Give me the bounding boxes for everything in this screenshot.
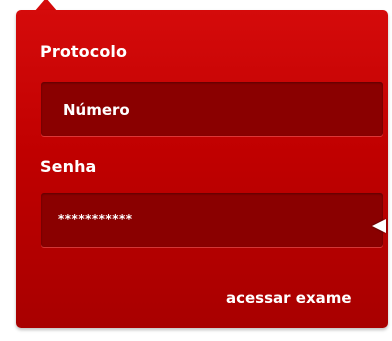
protocolo-number-input[interactable]: Número [41,82,383,136]
login-popover: Protocolo Número Senha *********** acess… [0,0,392,341]
senha-password-input[interactable]: *********** [41,193,383,247]
input-pointer-icon [372,219,386,233]
senha-label: Senha [40,157,97,176]
protocolo-label: Protocolo [40,42,128,61]
acessar-exame-button[interactable]: acessar exame [226,289,352,307]
